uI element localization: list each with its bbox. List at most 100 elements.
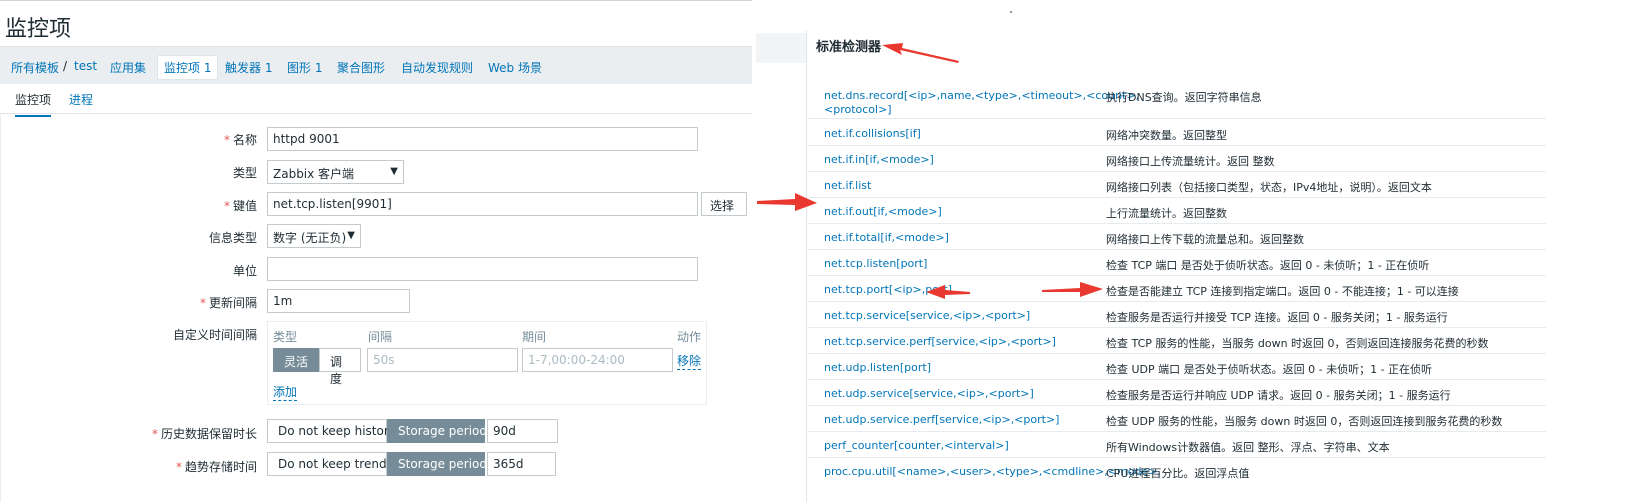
custom-period-placeholder: 1-7,00:00-24:00 — [528, 353, 625, 367]
breadcrumb-applications[interactable]: 应用集 — [110, 59, 146, 76]
name-input[interactable]: httpd 9001 — [267, 127, 698, 151]
page-title: 监控项 — [5, 17, 72, 42]
item-form: * 名称 httpd 9001 类型 Zabbix 客户端 ▼ * 键值 net.tc… — [0, 115, 752, 502]
key-input[interactable]: net.tcp.listen[9901] — [267, 192, 698, 216]
gray-strip — [756, 33, 806, 63]
units-input[interactable] — [267, 257, 698, 281]
key-row[interactable]: net.udp.service[service,<ip>,<port>] 检查服务… — [808, 380, 1546, 406]
custom-period-input[interactable]: 1-7,00:00-24:00 — [522, 348, 673, 372]
key-name[interactable]: net.if.total[if,<mode>] — [824, 231, 949, 244]
stray-dot — [1010, 11, 1012, 13]
custom-intervals-label: 自定义时间间隔 — [172, 328, 257, 342]
key-row[interactable]: net.if.in[if,<mode>] 网络接口上传流量统计。返回 整数 — [808, 146, 1546, 172]
update-interval-input[interactable]: 1m — [267, 289, 410, 313]
history-do-not-keep-toggle[interactable]: Do not keep history — [267, 419, 396, 443]
breadcrumb-discovery-rules[interactable]: 自动发现规则 — [401, 59, 473, 76]
trends-do-not-keep-toggle[interactable]: Do not keep trends — [267, 452, 393, 476]
key-name[interactable]: net.tcp.service.perf[service,<ip>,<port>… — [824, 335, 1056, 348]
key-name[interactable]: net.if.collisions[if] — [824, 127, 921, 140]
key-description: 检查服务是否运行并响应 UDP 请求。返回 0 - 服务关闭；1 - 服务运行 — [1106, 389, 1451, 402]
key-name[interactable]: net.if.in[if,<mode>] — [824, 153, 934, 166]
custom-interval-placeholder: 50s — [373, 353, 395, 367]
history-period-input[interactable]: 90d — [487, 419, 558, 443]
type-label: 类型 — [232, 166, 257, 180]
key-name[interactable]: net.if.out[if,<mode>] — [824, 205, 942, 218]
key-description: 检查 UDP 端口 是否处于侦听状态。返回 0 - 未侦听；1 - 正在侦听 — [1106, 363, 1433, 376]
key-name[interactable]: net.tcp.listen[port] — [824, 257, 927, 270]
info-type-select[interactable]: 数字 (无正负) ▼ — [267, 224, 361, 248]
key-description: 网络接口上传流量统计。返回 整数 — [1106, 155, 1275, 168]
standard-checks-title: 标准检测器 — [816, 40, 882, 55]
panel-divider — [806, 30, 807, 502]
key-description: 上行流量统计。返回整数 — [1106, 207, 1227, 220]
chevron-down-icon: ▼ — [390, 166, 398, 177]
key-name[interactable]: net.tcp.service[service,<ip>,<port>] — [824, 309, 1030, 322]
custom-interval-input[interactable]: 50s — [367, 348, 518, 372]
key-name[interactable]: perf_counter[counter,<interval>] — [824, 439, 1009, 452]
key-row[interactable]: net.if.collisions[if] 网络冲突数量。返回整型 — [808, 120, 1546, 146]
key-name[interactable]: net.dns.record[<ip>,name,<type>,<timeout… — [824, 89, 1139, 102]
top-border — [0, 0, 752, 1]
required-marker: * — [175, 460, 182, 474]
key-description: CPU进程百分比。返回浮点值 — [1106, 467, 1250, 480]
select-key-button[interactable]: 选择 — [701, 192, 747, 216]
key-row[interactable]: net.if.out[if,<mode>] 上行流量统计。返回整数 — [808, 198, 1546, 224]
key-name[interactable]: net.udp.service.perf[service,<ip>,<port>… — [824, 413, 1059, 426]
required-marker: * — [151, 427, 158, 441]
trends-period-input[interactable]: 365d — [487, 452, 556, 476]
key-description: 检查 UDP 服务的性能，当服务 down 时返回 0，否则返回连接到服务花费的… — [1106, 415, 1503, 428]
breadcrumb-graphs[interactable]: 图形 1 — [287, 59, 322, 76]
info-type-select-value: 数字 (无正负) — [273, 231, 347, 245]
breadcrumb-all-templates[interactable]: 所有模板 — [11, 59, 59, 76]
breadcrumb-items[interactable]: 监控项 1 — [157, 55, 219, 80]
type-select[interactable]: Zabbix 客户端 ▼ — [267, 160, 404, 184]
info-type-label: 信息类型 — [208, 231, 257, 245]
breadcrumb-screens[interactable]: 聚合图形 — [337, 59, 385, 76]
type-select-value: Zabbix 客户端 — [273, 167, 355, 181]
key-row[interactable]: net.udp.service.perf[service,<ip>,<port>… — [808, 406, 1546, 432]
key-name[interactable]: net.udp.service[service,<ip>,<port>] — [824, 387, 1034, 400]
trends-storage-period-toggle[interactable]: Storage period — [387, 452, 487, 476]
tab-bar: 监控项 进程 — [0, 84, 752, 117]
key-label: * 键值 — [57, 197, 257, 214]
scheduling-toggle[interactable]: 调度 — [319, 348, 361, 386]
key-row[interactable]: proc.cpu.util[<name>,<user>,<type>,<cmdl… — [808, 458, 1546, 484]
breadcrumb-web-scenarios[interactable]: Web 场景 — [488, 59, 542, 76]
tab-preprocessing[interactable]: 进程 — [69, 91, 93, 108]
custom-intervals-table: 类型 间隔 期间 动作 灵活 调度 50s 1-7,00:00-24:00 移除… — [267, 321, 707, 405]
item-config-panel: 监控项 所有模板 / test 应用集 监控项 1 触发器 1 图形 1 聚合图… — [0, 0, 752, 502]
key-name[interactable]: net.udp.listen[port] — [824, 361, 931, 374]
breadcrumb-triggers[interactable]: 触发器 1 — [225, 59, 272, 76]
custom-col-interval: 间隔 — [368, 330, 393, 344]
key-name-cont[interactable]: <protocol>] — [824, 103, 892, 116]
custom-col-period: 期间 — [522, 330, 547, 344]
required-marker: * — [199, 296, 206, 310]
key-row[interactable]: net.tcp.service[service,<ip>,<port>] 检查服务… — [808, 302, 1546, 328]
key-row[interactable]: net.if.total[if,<mode>] 网络接口上传下载的流量总和。返回整… — [808, 224, 1546, 250]
key-row[interactable]: perf_counter[counter,<interval>] 所有Window… — [808, 432, 1546, 458]
update-interval-label: * 更新间隔 — [57, 294, 257, 311]
chevron-down-icon: ▼ — [347, 230, 355, 241]
custom-col-action: 动作 — [677, 330, 702, 344]
standard-checks-panel: 标准检测器 net.dns.record[<ip>,name,<type>,<t… — [752, 0, 1646, 502]
key-name[interactable]: net.if.list — [824, 179, 871, 192]
flexible-toggle[interactable]: 灵活 — [273, 348, 319, 372]
name-label: * 名称 — [57, 131, 257, 148]
breadcrumb-separator: / — [63, 59, 68, 73]
name-label-text: 名称 — [232, 133, 257, 147]
breadcrumb-template-test[interactable]: test — [74, 59, 97, 73]
trends-label-text: 趋势存储时间 — [184, 460, 257, 474]
key-name[interactable]: net.tcp.port[<ip>,port] — [824, 283, 952, 296]
add-interval-link[interactable]: 添加 — [273, 383, 298, 401]
key-row[interactable]: net.dns.record[<ip>,name,<type>,<timeout… — [808, 83, 1546, 119]
key-row[interactable]: net.tcp.port[<ip>,port] 检查是否能建立 TCP 连接到指定… — [808, 276, 1546, 302]
key-row[interactable]: net.tcp.service.perf[service,<ip>,<port>… — [808, 328, 1546, 354]
key-row[interactable]: net.tcp.listen[port] 检查 TCP 端口 是否处于侦听状态。返… — [808, 250, 1546, 276]
key-row[interactable]: net.if.list 网络接口列表（包括接口类型，状态，IPv4地址，说明）。返… — [808, 172, 1546, 198]
remove-interval-link[interactable]: 移除 — [677, 352, 702, 370]
custom-col-type: 类型 — [273, 330, 298, 344]
key-row[interactable]: net.udp.listen[port] 检查 UDP 端口 是否处于侦听状态。返… — [808, 354, 1546, 380]
history-storage-period-toggle[interactable]: Storage period — [387, 419, 487, 443]
key-description: 检查 TCP 服务的性能，当服务 down 时返回 0，否则返回连接服务花费的秒… — [1106, 337, 1489, 350]
tab-item[interactable]: 监控项 — [15, 91, 52, 117]
